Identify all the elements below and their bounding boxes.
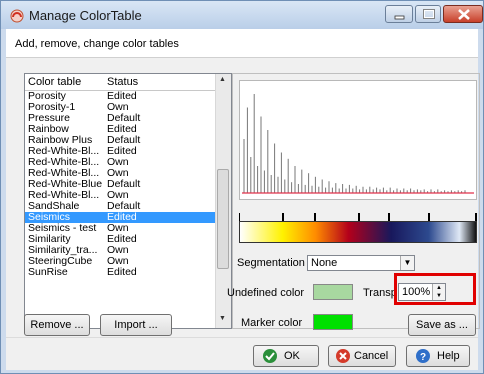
- segmentation-value: None: [311, 257, 338, 269]
- help-label: Help: [437, 350, 460, 362]
- histogram-chart: [242, 94, 474, 194]
- list-item-status: Edited: [107, 266, 137, 278]
- transparency-label: Transp: [363, 287, 397, 299]
- undefined-color-swatch[interactable]: [313, 284, 353, 300]
- maximize-icon: [423, 9, 435, 19]
- dialog-footer: OK Cancel ? Help: [6, 337, 478, 370]
- help-button[interactable]: ? Help: [406, 345, 470, 367]
- column-header-color-table[interactable]: Color table: [28, 76, 81, 88]
- cancel-button[interactable]: Cancel: [328, 345, 396, 367]
- marker-color-swatch[interactable]: [313, 314, 353, 330]
- minimize-icon: [394, 15, 405, 20]
- cancel-x-icon: [336, 349, 350, 363]
- segmentation-select[interactable]: None ▼: [307, 255, 415, 271]
- save-as-button[interactable]: Save as ...: [408, 314, 476, 336]
- help-question-icon: ?: [416, 349, 430, 363]
- close-button[interactable]: [443, 5, 483, 23]
- ok-label: OK: [284, 350, 300, 362]
- ok-check-icon: [263, 349, 277, 363]
- title-bar[interactable]: Manage ColorTable: [1, 1, 483, 29]
- import-button[interactable]: Import ...: [100, 314, 172, 336]
- colortable-app-icon: [10, 9, 24, 23]
- color-table-list[interactable]: Color table Status Porosity Edited Porosit…: [24, 73, 232, 329]
- dialog-client-area: Add, remove, change color tables Color t…: [6, 29, 480, 370]
- undefined-color-label: Undefined color: [227, 287, 305, 299]
- chevron-down-icon: ▼: [400, 256, 414, 270]
- close-icon: [458, 9, 470, 20]
- list-item-name: SunRise: [28, 266, 68, 278]
- segmentation-label: Segmentation: [237, 257, 305, 269]
- scroll-up-icon[interactable]: ▲: [219, 76, 226, 83]
- dialog-header: Add, remove, change color tables: [6, 29, 478, 58]
- histogram-view[interactable]: [239, 80, 477, 200]
- marker-ticks[interactable]: [239, 213, 477, 221]
- scroll-down-icon[interactable]: ▼: [219, 315, 226, 322]
- list-item[interactable]: SunRise Edited: [25, 267, 217, 278]
- marker-color-label: Marker color: [241, 317, 303, 329]
- column-header-status[interactable]: Status: [107, 76, 138, 88]
- cancel-label: Cancel: [354, 350, 389, 362]
- manage-colortable-window: Manage ColorTable Add, remove, change co…: [0, 0, 484, 374]
- minimize-button[interactable]: [385, 5, 413, 23]
- transparency-highlight-box: [394, 273, 476, 305]
- ok-button[interactable]: OK: [253, 345, 319, 367]
- color-table-gradient-bar[interactable]: [239, 221, 477, 243]
- window-title: Manage ColorTable: [29, 8, 142, 23]
- dialog-subtitle: Add, remove, change color tables: [15, 38, 179, 50]
- remove-button[interactable]: Remove ...: [24, 314, 90, 336]
- svg-text:?: ?: [420, 352, 426, 363]
- scrollbar-thumb[interactable]: [217, 169, 229, 269]
- list-header: Color table Status: [25, 74, 217, 91]
- maximize-button[interactable]: [415, 5, 441, 23]
- list-rows: Porosity Edited Porosity-1 Own Pressure Defau…: [25, 91, 217, 278]
